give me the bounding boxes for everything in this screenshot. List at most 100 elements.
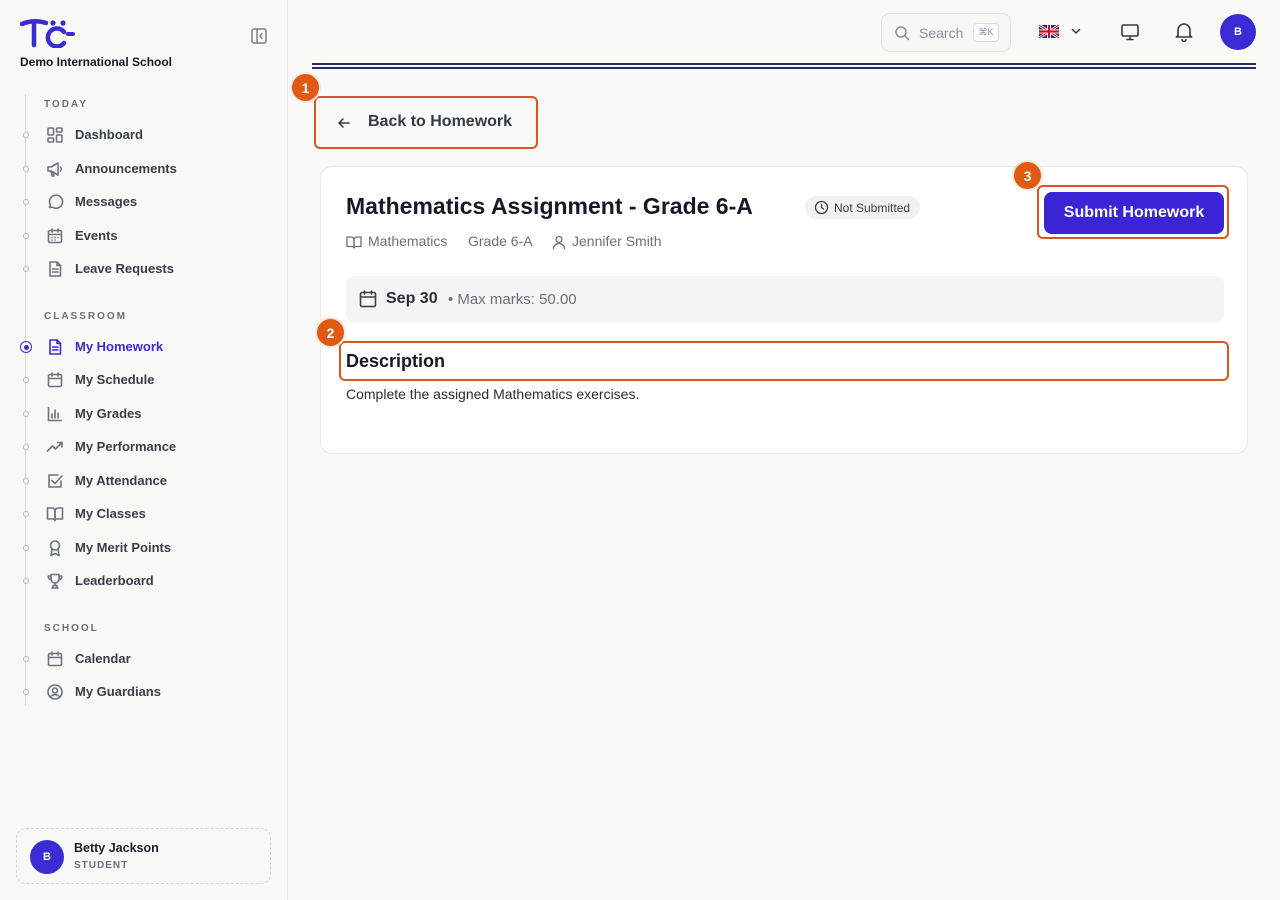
sidebar-item-my-attendance[interactable]: My Attendance	[0, 466, 288, 496]
sidebar-item-label: Dashboard	[75, 127, 143, 142]
avatar: B	[30, 840, 64, 874]
calendar-icon	[46, 371, 64, 389]
user-name: Betty Jackson	[74, 841, 159, 855]
page-title: Mathematics Assignment - Grade 6-A	[346, 193, 753, 219]
timeline-dot	[23, 689, 29, 695]
award-icon	[46, 539, 64, 557]
clock-icon	[814, 200, 829, 215]
sidebar-item-my-grades[interactable]: My Grades	[0, 399, 288, 429]
sidebar-item-label: My Guardians	[75, 684, 161, 699]
user-profile-card[interactable]: B Betty Jackson STUDENT	[16, 828, 271, 884]
back-button-label: Back to Homework	[368, 113, 513, 130]
timeline-dot	[23, 411, 29, 417]
document-icon	[46, 260, 64, 278]
timeline-dot	[23, 656, 29, 662]
sidebar-item-label: Leaderboard	[75, 573, 154, 588]
bell-icon[interactable]	[1173, 20, 1195, 43]
megaphone-icon	[46, 160, 64, 178]
checkbox-icon	[46, 472, 64, 490]
sidebar-item-my-schedule[interactable]: My Schedule	[0, 365, 288, 395]
sidebar-item-my-performance[interactable]: My Performance	[0, 432, 288, 462]
book-open-icon	[346, 236, 362, 249]
section-label-school: SCHOOL	[44, 623, 99, 634]
search-icon	[895, 26, 910, 41]
due-date-info: Sep 30 • Max marks: 50.00	[346, 276, 1224, 323]
timeline-dot-active	[20, 341, 32, 353]
step-marker-2: 2	[315, 317, 346, 348]
language-selector[interactable]	[1039, 22, 1085, 42]
timeline-dot	[23, 233, 29, 239]
sidebar-item-label: Leave Requests	[75, 261, 174, 276]
book-open-icon	[46, 505, 64, 523]
calendar-icon	[359, 290, 377, 308]
sidebar-item-label: My Schedule	[75, 372, 155, 387]
step-marker-1: 1	[290, 72, 321, 103]
sidebar-item-my-homework[interactable]: My Homework	[0, 332, 288, 362]
arrow-left-icon	[338, 118, 350, 128]
dashboard-icon	[46, 126, 64, 144]
section-label-classroom: CLASSROOM	[44, 311, 127, 322]
step-marker-3: 3	[1012, 160, 1043, 191]
user-circle-icon	[46, 683, 64, 701]
sidebar-item-label: My Grades	[75, 406, 142, 421]
timeline-dot	[23, 377, 29, 383]
sidebar-item-label: Events	[75, 228, 118, 243]
sidebar-item-my-guardians[interactable]: My Guardians	[0, 677, 288, 707]
timeline-dot	[23, 166, 29, 172]
grade-label: Grade 6-A	[468, 233, 533, 249]
calendar-icon	[46, 227, 64, 245]
description-text: Complete the assigned Mathematics exerci…	[346, 386, 640, 402]
header-divider	[312, 63, 1256, 69]
uk-flag-icon	[1039, 25, 1059, 38]
timeline-dot	[23, 199, 29, 205]
monitor-icon[interactable]	[1119, 21, 1141, 43]
document-icon	[46, 338, 64, 356]
homework-detail-card: Mathematics Assignment - Grade 6-A Not S…	[320, 166, 1248, 454]
user-icon	[552, 235, 566, 250]
subject-label: Mathematics	[368, 233, 448, 249]
description-heading: Description	[346, 351, 446, 371]
timeline-dot	[23, 545, 29, 551]
max-marks: • Max marks: 50.00	[448, 291, 577, 308]
calendar-icon	[46, 650, 64, 668]
search-input[interactable]: Search ⌘K	[881, 13, 1011, 52]
teacher-label: Jennifer Smith	[572, 233, 662, 249]
sidebar-item-my-classes[interactable]: My Classes	[0, 499, 288, 529]
sidebar-item-calendar[interactable]: Calendar	[0, 644, 288, 674]
timeline-dot	[23, 266, 29, 272]
sidebar-item-label: Messages	[75, 194, 138, 209]
chevron-down-icon	[1071, 28, 1081, 34]
submit-homework-button[interactable]: Submit Homework	[1044, 192, 1224, 234]
sidebar-item-label: My Homework	[75, 339, 164, 354]
sidebar-item-leaderboard[interactable]: Leaderboard	[0, 566, 288, 596]
bar-chart-icon	[46, 405, 64, 423]
sidebar: Demo International School TODAY Dashboar…	[0, 0, 288, 900]
timeline-dot	[23, 578, 29, 584]
sidebar-item-label: My Classes	[75, 506, 146, 521]
sidebar-item-label: Calendar	[75, 651, 131, 666]
avatar[interactable]: B	[1220, 14, 1256, 50]
status-badge: Not Submitted	[805, 196, 921, 219]
timeline-dot	[23, 511, 29, 517]
timeline-dot	[23, 478, 29, 484]
trophy-icon	[46, 572, 64, 590]
school-logo	[20, 19, 75, 48]
sidebar-item-label: My Attendance	[75, 473, 167, 488]
sidebar-item-dashboard[interactable]: Dashboard	[0, 120, 288, 150]
sidebar-item-announcements[interactable]: Announcements	[0, 154, 288, 184]
search-placeholder: Search	[919, 25, 964, 41]
chat-bubble-icon	[46, 193, 64, 211]
sidebar-item-messages[interactable]: Messages	[0, 187, 288, 217]
user-role: STUDENT	[74, 860, 129, 871]
school-name: Demo International School	[20, 55, 173, 69]
sidebar-item-events[interactable]: Events	[0, 221, 288, 251]
sidebar-item-label: Announcements	[75, 161, 177, 176]
timeline-dot	[23, 132, 29, 138]
status-label: Not Submitted	[834, 200, 911, 215]
due-date: Sep 30	[386, 290, 438, 307]
back-to-homework-button[interactable]: Back to Homework	[319, 101, 533, 144]
sidebar-item-my-merit-points[interactable]: My Merit Points	[0, 533, 288, 563]
timeline-dot	[23, 444, 29, 450]
sidebar-item-leave-requests[interactable]: Leave Requests	[0, 254, 288, 284]
collapse-sidebar-icon[interactable]	[250, 27, 268, 45]
